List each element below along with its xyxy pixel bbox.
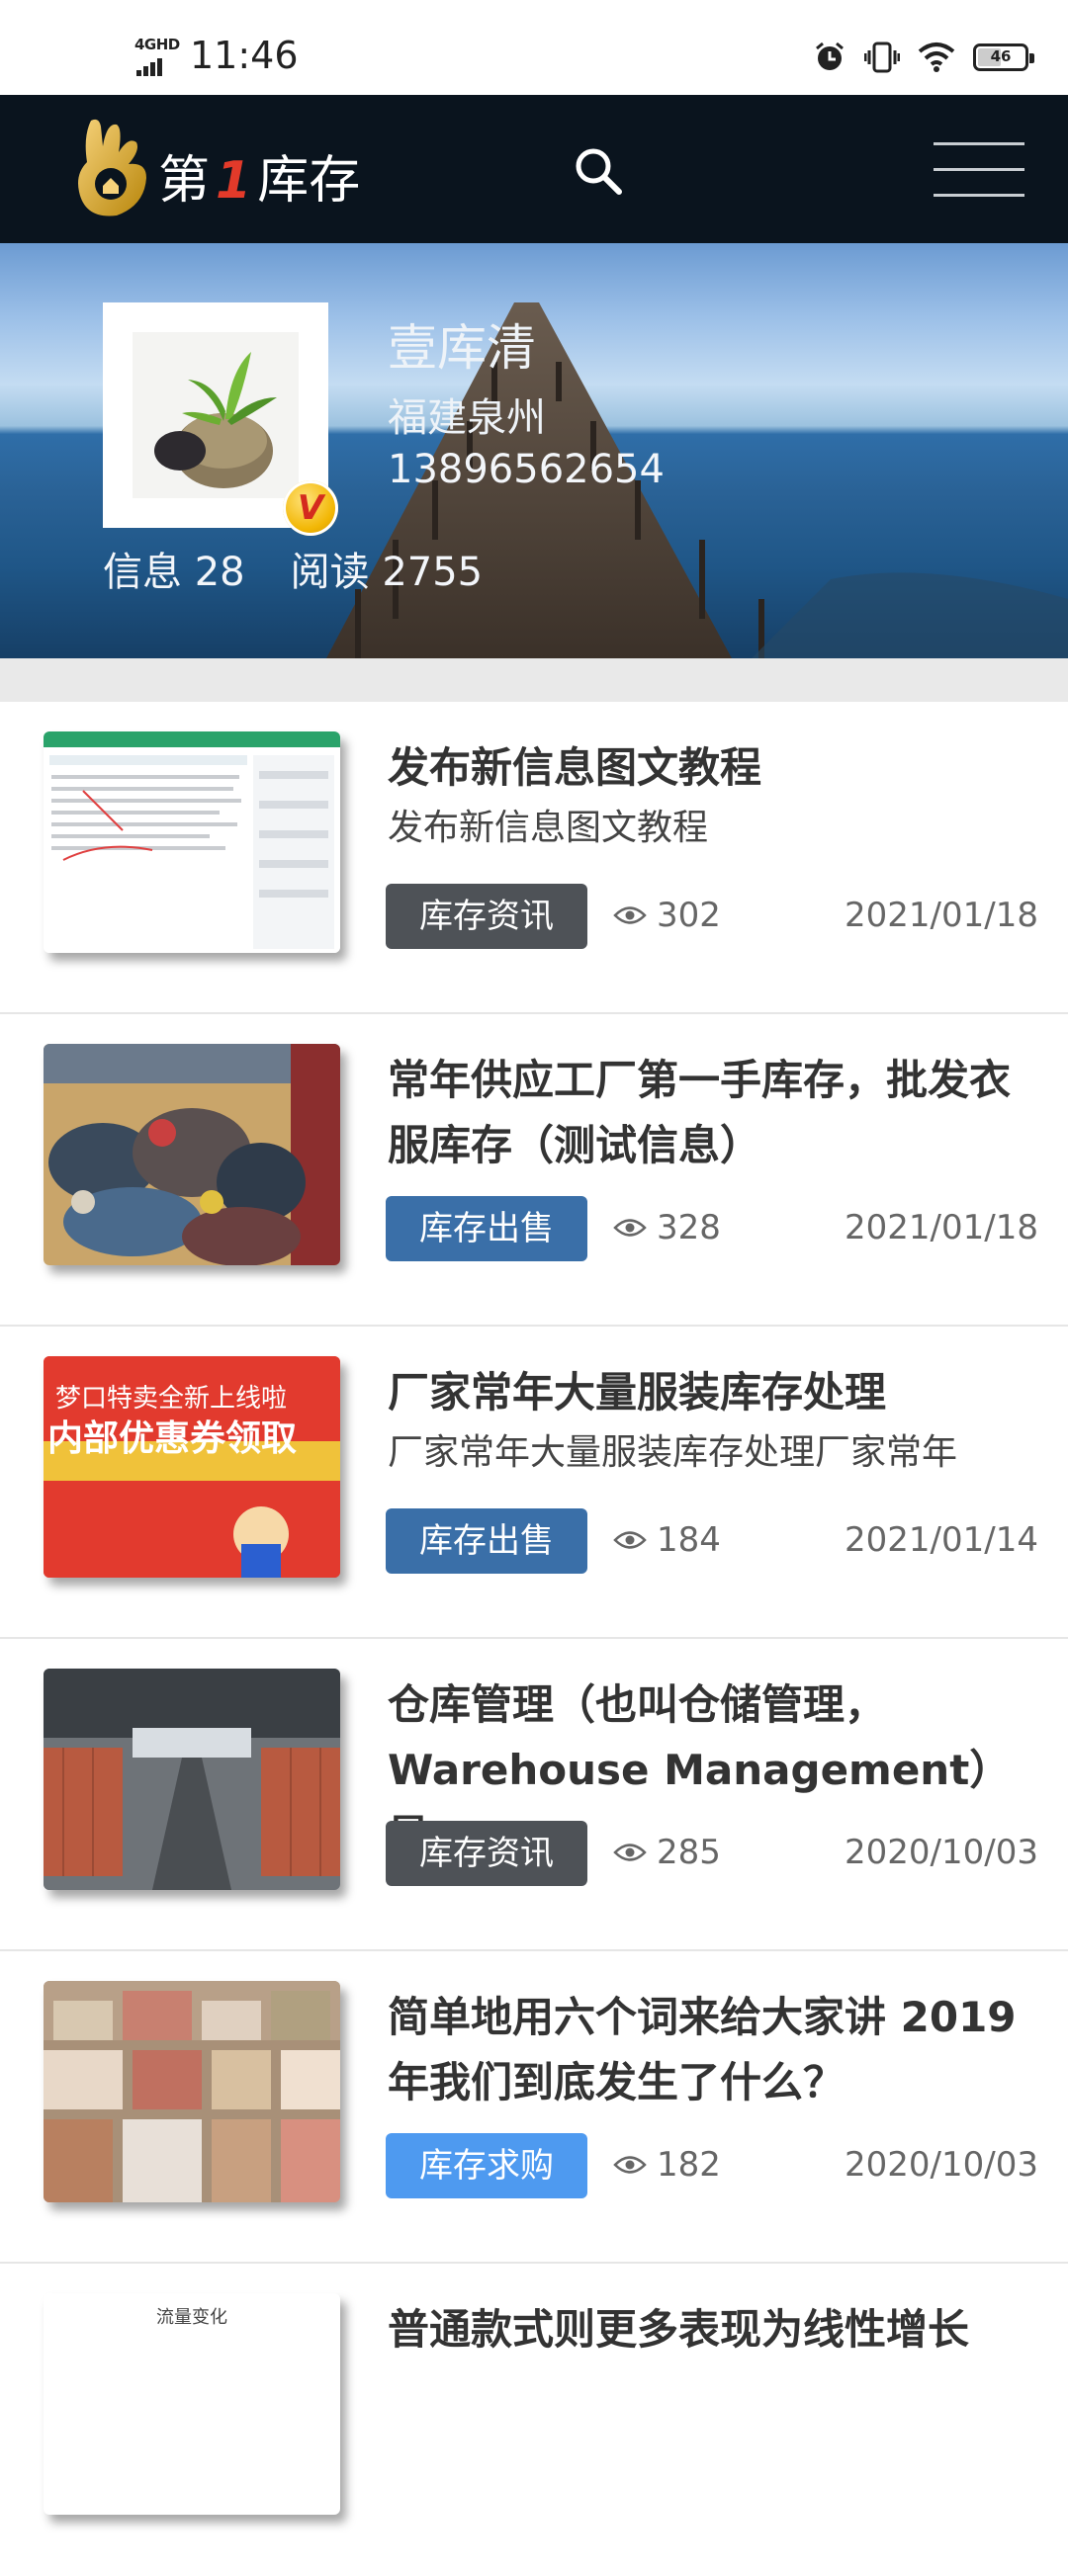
list-item[interactable]: 发布新信息图文教程 发布新信息图文教程 库存资讯 302 2021/01/18 (0, 702, 1068, 1014)
status-bar: 4GHD 11:46 46 (0, 0, 1068, 95)
post-list: 发布新信息图文教程 发布新信息图文教程 库存资讯 302 2021/01/18 (0, 702, 1068, 2576)
eye-icon (613, 906, 647, 924)
category-tag[interactable]: 库存资讯 (386, 1821, 587, 1886)
post-title[interactable]: 普通款式则更多表现为线性增长 (388, 2297, 1040, 2362)
post-subtitle: 厂家常年大量服装库存处理厂家常年 (388, 1432, 958, 1473)
network-type: 4GHD (134, 36, 180, 53)
profile-name: 壹库清 (388, 319, 536, 377)
hamburger-menu-icon[interactable] (934, 142, 1024, 198)
view-count: 184 (613, 1520, 721, 1560)
view-count-value: 184 (657, 1520, 721, 1560)
brand-prefix: 第 (158, 151, 211, 211)
post-title[interactable]: 发布新信息图文教程 (388, 735, 1040, 801)
category-tag[interactable]: 库存求购 (386, 2133, 587, 2198)
post-date: 2021/01/14 (845, 1520, 1038, 1560)
battery-level: 46 (990, 47, 1012, 65)
post-thumbnail[interactable] (44, 731, 340, 953)
search-icon[interactable] (572, 144, 623, 196)
profile-banner: V 壹库清 福建泉州 13896562654 信息 28 阅读 2755 (0, 243, 1068, 658)
clock: 11:46 (190, 34, 299, 77)
post-date: 2020/10/03 (845, 1833, 1038, 1872)
post-date: 2021/01/18 (845, 896, 1038, 935)
eye-icon (613, 1219, 647, 1237)
view-count: 302 (613, 896, 721, 935)
list-item[interactable]: 仓库管理（也叫仓储管理，Warehouse Management）是 库存资讯 … (0, 1639, 1068, 1951)
clothing-piles-image (44, 1044, 340, 1265)
read-count: 阅读 2755 (290, 550, 484, 595)
app-brand-title: 第 1 库存 (158, 138, 360, 213)
chart-thumbnail-caption: 流量变化 (156, 2307, 227, 2328)
view-count-value: 302 (657, 896, 721, 935)
post-title[interactable]: 厂家常年大量服装库存处理 (388, 1360, 1040, 1425)
promo-coupon-text: 内部优惠券领取 (47, 1418, 298, 1459)
brand-suffix: 库存 (257, 151, 361, 211)
list-item[interactable]: 常年供应工厂第一手库存，批发衣服库存（测试信息） 库存出售 328 2021/0… (0, 1014, 1068, 1327)
brand-number: 1 (216, 151, 252, 211)
profile-phone[interactable]: 13896562654 (388, 447, 665, 492)
post-subtitle: 发布新信息图文教程 (388, 808, 709, 848)
vibrate-icon (864, 42, 900, 73)
profile-location: 福建泉州 (388, 395, 546, 441)
eye-icon (613, 1531, 647, 1549)
ok-hand-logo-icon[interactable] (71, 117, 152, 219)
post-title[interactable]: 简单地用六个词来给大家讲 2019 年我们到底发生了什么？ (388, 1985, 1040, 2115)
cellular-signal-icon: 4GHD (133, 36, 182, 76)
verified-badge-label: V (297, 488, 324, 528)
view-count: 328 (613, 1208, 721, 1247)
warehouse-interior-image (44, 1669, 340, 1890)
post-thumbnail[interactable]: 梦口特卖全新上线啦 内部优惠券领取 (44, 1356, 340, 1578)
view-count: 182 (613, 2145, 721, 2185)
alarm-icon (816, 42, 844, 70)
verified-badge-icon: V (283, 480, 338, 536)
post-thumbnail[interactable] (44, 1981, 340, 2202)
section-divider (0, 658, 1068, 702)
view-count: 285 (613, 1833, 721, 1872)
post-date: 2021/01/18 (845, 1208, 1038, 1247)
category-tag[interactable]: 库存出售 (386, 1196, 587, 1261)
post-thumbnail[interactable]: 流量变化 (44, 2293, 340, 2515)
battery-icon: 46 (973, 43, 1034, 71)
status-icons: 46 (813, 38, 1034, 77)
view-count-value: 285 (657, 1833, 721, 1872)
post-thumbnail[interactable] (44, 1044, 340, 1265)
tutorial-screenshot-image (44, 731, 340, 953)
list-item[interactable]: 梦口特卖全新上线啦 内部优惠券领取 厂家常年大量服装库存处理 厂家常年大量服装库… (0, 1327, 1068, 1639)
category-tag[interactable]: 库存资讯 (386, 884, 587, 949)
wifi-icon (918, 43, 955, 72)
view-count-value: 328 (657, 1208, 721, 1247)
info-count: 信息 28 (103, 550, 245, 595)
post-title[interactable]: 常年供应工厂第一手库存，批发衣服库存（测试信息） (388, 1048, 1040, 1178)
eye-icon (613, 1844, 647, 1861)
list-item[interactable]: 流量变化 普通款式则更多表现为线性增长 (0, 2264, 1068, 2576)
post-date: 2020/10/03 (845, 2145, 1038, 2185)
eye-icon (613, 2156, 647, 2174)
list-item[interactable]: 简单地用六个词来给大家讲 2019 年我们到底发生了什么？ 库存求购 182 2… (0, 1951, 1068, 2264)
profile-stats: 信息 28 阅读 2755 (103, 540, 528, 597)
post-thumbnail[interactable] (44, 1669, 340, 1890)
view-count-value: 182 (657, 2145, 721, 2185)
category-tag[interactable]: 库存出售 (386, 1508, 587, 1574)
stacked-boxes-image (44, 1981, 340, 2202)
app-header: 第 1 库存 (0, 95, 1068, 243)
